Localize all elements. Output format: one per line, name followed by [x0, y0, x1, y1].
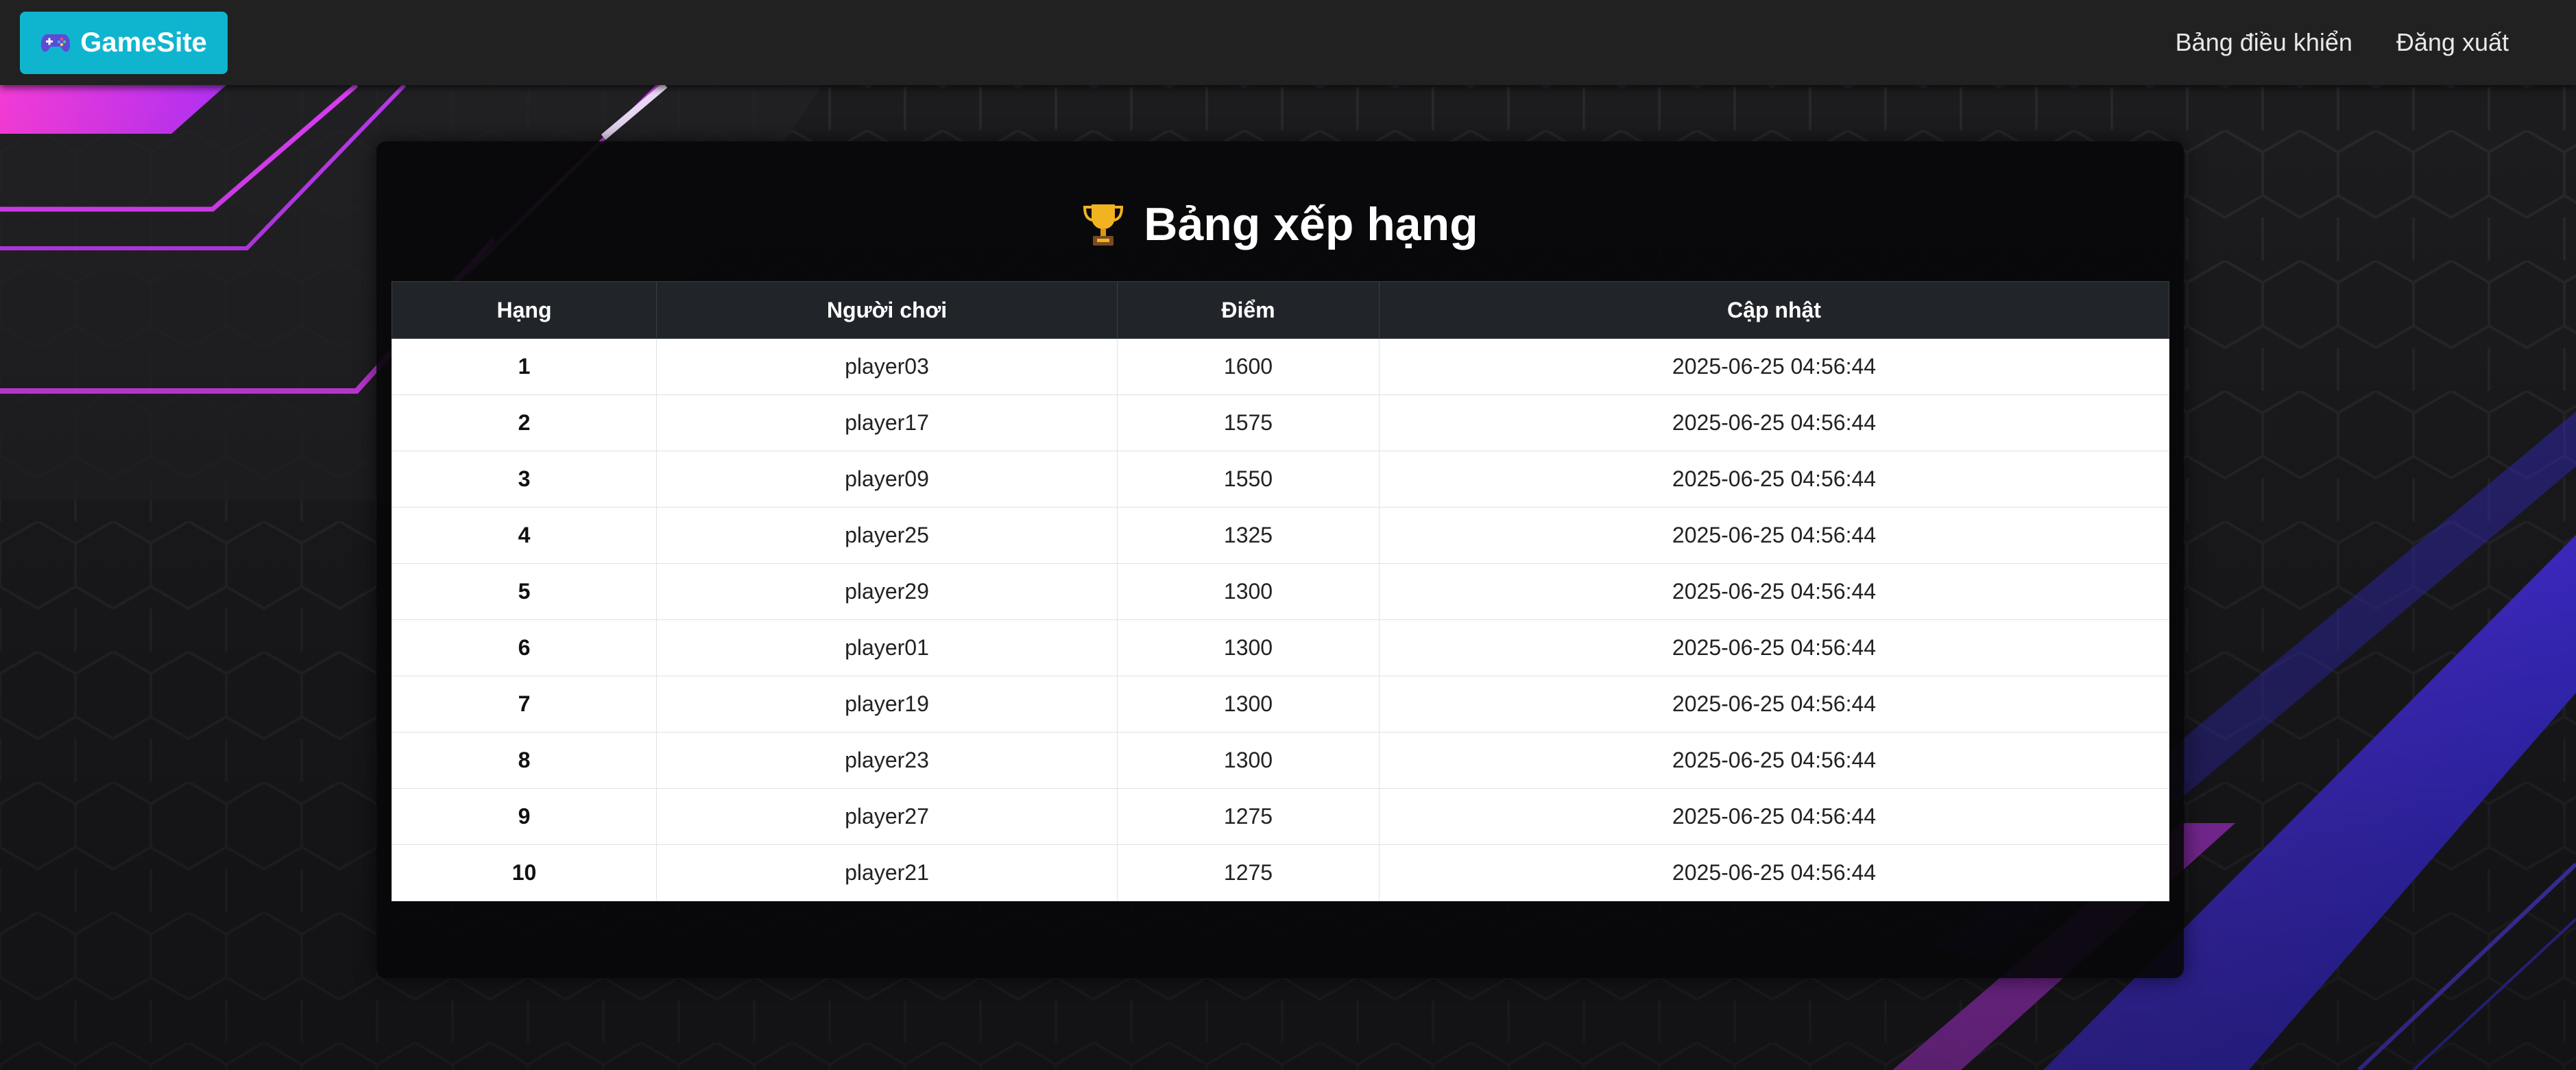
table-row: 7 player19 1300 2025-06-25 04:56:44	[392, 676, 2169, 733]
leaderboard-table: Hạng Người chơi Điểm Cập nhật 1 player03…	[392, 281, 2169, 901]
score-cell: 1300	[1117, 563, 1380, 620]
player-cell: player29	[656, 563, 1118, 620]
updated-cell: 2025-06-25 04:56:44	[1379, 563, 2169, 620]
player-cell: player27	[656, 788, 1118, 845]
nav-link-dashboard[interactable]: Bảng điều khiển	[2176, 28, 2352, 57]
player-cell: player19	[656, 676, 1118, 733]
gamepad-icon	[41, 34, 71, 51]
updated-cell: 2025-06-25 04:56:44	[1379, 619, 2169, 676]
updated-cell: 2025-06-25 04:56:44	[1379, 732, 2169, 789]
rank-cell: 4	[392, 507, 657, 564]
score-cell: 1575	[1117, 394, 1380, 451]
brand-button[interactable]: GameSite	[20, 12, 228, 74]
updated-cell: 2025-06-25 04:56:44	[1379, 394, 2169, 451]
updated-cell: 2025-06-25 04:56:44	[1379, 844, 2169, 901]
rank-cell: 3	[392, 451, 657, 508]
player-cell: player03	[656, 338, 1118, 395]
player-cell: player17	[656, 394, 1118, 451]
table-row: 10 player21 1275 2025-06-25 04:56:44	[392, 844, 2169, 901]
column-header-score[interactable]: Điểm	[1117, 281, 1380, 339]
score-cell: 1300	[1117, 619, 1380, 676]
table-header: Hạng Người chơi Điểm Cập nhật	[392, 281, 2169, 339]
player-cell: player23	[656, 732, 1118, 789]
updated-cell: 2025-06-25 04:56:44	[1379, 788, 2169, 845]
table-header-row: Hạng Người chơi Điểm Cập nhật	[392, 281, 2169, 339]
trophy-icon	[1083, 204, 1124, 246]
updated-cell: 2025-06-25 04:56:44	[1379, 676, 2169, 733]
score-cell: 1300	[1117, 732, 1380, 789]
player-cell: player25	[656, 507, 1118, 564]
rank-cell: 9	[392, 788, 657, 845]
rank-cell: 8	[392, 732, 657, 789]
table-row: 1 player03 1600 2025-06-25 04:56:44	[392, 338, 2169, 395]
score-cell: 1300	[1117, 676, 1380, 733]
updated-cell: 2025-06-25 04:56:44	[1379, 451, 2169, 508]
top-navbar: GameSite Bảng điều khiển Đăng xuất	[0, 0, 2576, 85]
score-cell: 1550	[1117, 451, 1380, 508]
column-header-player[interactable]: Người chơi	[656, 281, 1118, 339]
table-body: 1 player03 1600 2025-06-25 04:56:44 2 pl…	[392, 338, 2169, 901]
table-row: 4 player25 1325 2025-06-25 04:56:44	[392, 507, 2169, 564]
table-row: 3 player09 1550 2025-06-25 04:56:44	[392, 451, 2169, 508]
rank-cell: 1	[392, 338, 657, 395]
player-cell: player01	[656, 619, 1118, 676]
score-cell: 1600	[1117, 338, 1380, 395]
rank-cell: 5	[392, 563, 657, 620]
table-row: 6 player01 1300 2025-06-25 04:56:44	[392, 619, 2169, 676]
rank-cell: 6	[392, 619, 657, 676]
player-cell: player09	[656, 451, 1118, 508]
score-cell: 1325	[1117, 507, 1380, 564]
score-cell: 1275	[1117, 844, 1380, 901]
nav-link-logout[interactable]: Đăng xuất	[2396, 28, 2509, 57]
table-row: 8 player23 1300 2025-06-25 04:56:44	[392, 732, 2169, 789]
page-title: Bảng xếp hạng	[376, 187, 2184, 262]
rank-cell: 7	[392, 676, 657, 733]
rank-cell: 10	[392, 844, 657, 901]
table-row: 9 player27 1275 2025-06-25 04:56:44	[392, 788, 2169, 845]
page-heading: Bảng xếp hạng	[1144, 198, 1478, 250]
score-cell: 1275	[1117, 788, 1380, 845]
brand-label: GameSite	[80, 27, 207, 58]
updated-cell: 2025-06-25 04:56:44	[1379, 507, 2169, 564]
player-cell: player21	[656, 844, 1118, 901]
leaderboard-card: Bảng xếp hạng Hạng Người chơi Điểm Cập n…	[376, 141, 2184, 978]
rank-cell: 2	[392, 394, 657, 451]
table-row: 2 player17 1575 2025-06-25 04:56:44	[392, 394, 2169, 451]
table-row: 5 player29 1300 2025-06-25 04:56:44	[392, 563, 2169, 620]
nav-links: Bảng điều khiển Đăng xuất	[2176, 0, 2576, 85]
updated-cell: 2025-06-25 04:56:44	[1379, 338, 2169, 395]
column-header-updated[interactable]: Cập nhật	[1379, 281, 2169, 339]
column-header-rank[interactable]: Hạng	[392, 281, 657, 339]
